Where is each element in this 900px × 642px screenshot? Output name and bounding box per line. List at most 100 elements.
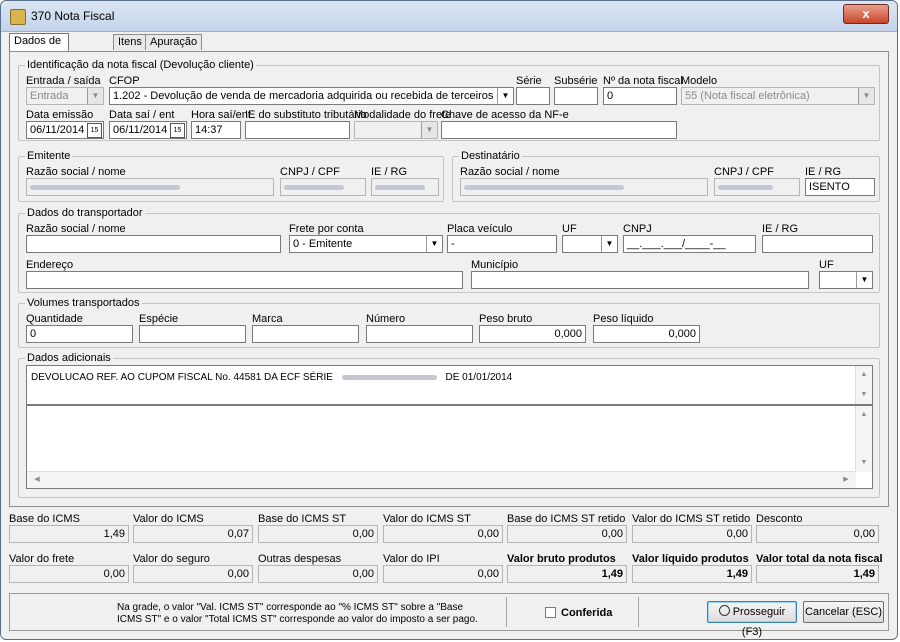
identificacao-group: Identificação da nota fiscal (Devolução … <box>18 59 880 141</box>
total-value: 0,00 <box>507 525 627 543</box>
peso-liquido-input[interactable]: 0,000 <box>593 325 700 343</box>
endereco-input[interactable] <box>26 271 463 289</box>
entrada-saida-label: Entrada / saída <box>26 75 101 87</box>
data-sai-value: 06/11/2014 <box>113 124 168 136</box>
redacted-text <box>341 374 437 380</box>
scroll-left-icon[interactable]: ◀ <box>29 473 45 487</box>
subserie-label: Subsérie <box>554 75 598 87</box>
modalidade-frete-select[interactable]: ▼ <box>354 121 438 139</box>
redacted-text <box>284 184 344 190</box>
vertical-scrollbar[interactable]: ▲ ▼ <box>855 366 872 404</box>
scroll-up-icon[interactable]: ▲ <box>856 408 872 422</box>
quantidade-label: Quantidade <box>26 313 83 325</box>
redacted-text <box>375 184 425 190</box>
destinatario-group: Destinatário Razão social / nome CNPJ / … <box>452 150 880 202</box>
transp-ie-label: IE / RG <box>762 223 799 235</box>
quantidade-input[interactable]: 0 <box>26 325 133 343</box>
tab-itens[interactable]: Itens <box>113 34 147 50</box>
tab-dados-cabecalho[interactable]: Dados de cabeçalho <box>9 33 70 62</box>
serie-input[interactable] <box>516 87 550 105</box>
numero-label: Número <box>366 313 406 325</box>
dados-adicionais-extra-area[interactable]: ▲ ▼ ◀ ▶ <box>26 405 873 489</box>
total-label: Valor do frete <box>9 553 75 565</box>
scroll-right-icon[interactable]: ▶ <box>838 473 854 487</box>
destinatario-razao-input[interactable] <box>460 178 708 196</box>
total-value: 0,00 <box>133 565 253 583</box>
marca-input[interactable] <box>252 325 359 343</box>
destinatario-cnpj-label: CNPJ / CPF <box>714 166 774 178</box>
emitente-cnpj-input[interactable] <box>280 178 366 196</box>
numero-nf-input[interactable]: 0 <box>603 87 677 105</box>
chevron-down-icon: ▼ <box>497 88 513 104</box>
calendar-icon[interactable]: 15 <box>87 123 102 138</box>
modelo-select[interactable]: 55 (Nota fiscal eletrônica) ▼ <box>681 87 875 105</box>
conferida-label: Conferida <box>561 607 613 619</box>
entrada-saida-select[interactable]: Entrada ▼ <box>26 87 104 105</box>
scroll-down-icon[interactable]: ▼ <box>856 388 872 402</box>
total-label: Valor líquido produtos <box>632 553 749 565</box>
modelo-value: 55 (Nota fiscal eletrônica) <box>685 90 810 102</box>
total-label: Outras despesas <box>258 553 342 565</box>
data-emissao-value: 06/11/2014 <box>30 124 85 136</box>
tab-apuracao-impostos[interactable]: Apuração de impostos <box>145 34 203 78</box>
horizontal-scrollbar[interactable]: ◀ ▶ <box>27 471 856 488</box>
redacted-text <box>30 184 180 190</box>
especie-input[interactable] <box>139 325 246 343</box>
dados-adicionais-text-end: DE 01/01/2014 <box>445 372 513 383</box>
transp-uf2-select[interactable]: ▼ <box>819 271 873 289</box>
municipio-input[interactable] <box>471 271 809 289</box>
conferida-checkbox[interactable] <box>545 607 556 618</box>
marca-label: Marca <box>252 313 283 325</box>
hora-input[interactable]: 14:37 <box>191 121 241 139</box>
volumes-legend: Volumes transportados <box>25 297 142 309</box>
destinatario-ie-input[interactable]: ISENTO <box>805 178 875 196</box>
transportador-group: Dados do transportador Razão social / no… <box>18 207 880 293</box>
total-value: 0,00 <box>383 565 503 583</box>
destinatario-ie-label: IE / RG <box>805 166 842 178</box>
scroll-down-icon[interactable]: ▼ <box>856 456 872 470</box>
chave-acesso-input[interactable] <box>441 121 677 139</box>
title-bar: 370 Nota Fiscal x <box>1 1 897 32</box>
transp-ie-input[interactable] <box>762 235 873 253</box>
cfop-select[interactable]: 1.202 - Devolução de venda de mercadoria… <box>109 87 514 105</box>
data-emissao-input[interactable]: 06/11/2014 15 <box>26 121 104 139</box>
municipio-label: Município <box>471 259 519 271</box>
total-label: Base do ICMS <box>9 513 80 525</box>
peso-bruto-label: Peso bruto <box>479 313 533 325</box>
chevron-down-icon: ▼ <box>426 236 442 252</box>
total-value: 0,00 <box>383 525 503 543</box>
ie-substituto-input[interactable] <box>245 121 350 139</box>
numero-input[interactable] <box>366 325 473 343</box>
modelo-label: Modelo <box>681 75 718 87</box>
footer-note-line2: ICMS ST" e o valor "Total ICMS ST" corre… <box>117 614 478 625</box>
calendar-icon[interactable]: 15 <box>170 123 185 138</box>
emitente-ie-input[interactable] <box>371 178 439 196</box>
emitente-razao-input[interactable] <box>26 178 274 196</box>
data-sai-label: Data saí / ent <box>109 109 175 121</box>
total-label: Valor do ICMS <box>133 513 204 525</box>
transp-uf-select[interactable]: ▼ <box>562 235 618 253</box>
placa-input[interactable]: - <box>447 235 557 253</box>
total-label: Desconto <box>756 513 803 525</box>
close-button[interactable]: x <box>843 4 889 24</box>
cancelar-button[interactable]: Cancelar (ESC) <box>803 601 884 623</box>
peso-bruto-input[interactable]: 0,000 <box>479 325 586 343</box>
destinatario-cnpj-input[interactable] <box>714 178 800 196</box>
prosseguir-button[interactable]: Prosseguir (F3) <box>707 601 797 638</box>
vertical-scrollbar[interactable]: ▲ ▼ <box>855 406 872 472</box>
total-label: Valor do seguro <box>133 553 210 565</box>
frete-conta-select[interactable]: 0 - Emitente ▼ <box>289 235 443 253</box>
subserie-input[interactable] <box>554 87 598 105</box>
ie-substituto-label: IE do substituto tributário <box>245 109 367 121</box>
total-value: 0,07 <box>133 525 253 543</box>
scroll-up-icon[interactable]: ▲ <box>856 368 872 382</box>
total-value: 0,00 <box>258 565 378 583</box>
transp-razao-input[interactable] <box>26 235 281 253</box>
data-sai-input[interactable]: 06/11/2014 15 <box>109 121 187 139</box>
total-value: 1,49 <box>507 565 627 583</box>
transp-razao-label: Razão social / nome <box>26 223 126 235</box>
dados-adicionais-textarea[interactable]: DEVOLUCAO REF. AO CUPOM FISCAL No. 44581… <box>26 365 873 405</box>
footer-bar: Na grade, o valor "Val. ICMS ST" corresp… <box>9 593 889 638</box>
footer-note: Na grade, o valor "Val. ICMS ST" corresp… <box>117 602 497 626</box>
transp-cnpj-input[interactable]: __.___.___/____-__ <box>623 235 756 253</box>
